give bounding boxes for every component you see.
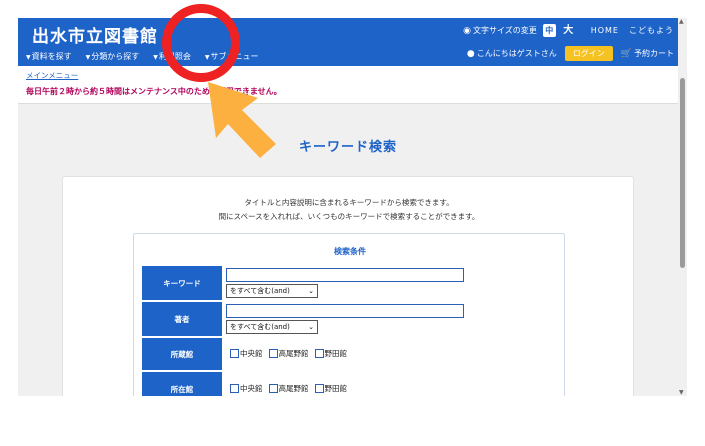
holding-central-checkbox[interactable]: 中央館: [230, 348, 263, 359]
description-line-1: タイトルと内容説明に含まれるキーワードから検索できます。: [244, 198, 454, 207]
checkbox-icon: [230, 384, 239, 393]
keyword-label: キーワード: [142, 266, 222, 300]
search-conditions-title: 検索条件: [334, 247, 366, 256]
nav-search-materials[interactable]: ▼資料を探す: [26, 51, 72, 62]
author-mode-select[interactable]: をすべて含む(and) ⌄: [226, 320, 318, 334]
sub-bar: メインメニュー 毎日午前２時から約５時間はメンテナンス中のためご利用できません。: [18, 66, 678, 104]
scroll-down-icon[interactable]: ▼: [679, 389, 684, 396]
vertical-scrollbar[interactable]: ▲ ▼: [678, 18, 687, 396]
user-icon: ●: [466, 49, 475, 59]
search-card: タイトルと内容説明に含まれるキーワードから検索できます。 間にスペースを入れれば…: [62, 176, 634, 396]
checkbox-icon: [268, 349, 278, 358]
author-label: 著者: [142, 302, 222, 336]
header-user-bar: ● こんにちはゲストさん ログイン 🛒 予約カート: [467, 46, 674, 61]
chevron-down-icon: ⌄: [308, 287, 314, 295]
pointer-arrow-annotation: [208, 82, 276, 158]
home-link[interactable]: HOME: [591, 26, 619, 35]
location-noda-checkbox[interactable]: 野田館: [314, 383, 347, 394]
holding-library-label: 所蔵館: [142, 338, 222, 370]
highlight-circle-annotation: [162, 4, 240, 82]
scroll-up-icon[interactable]: ▲: [679, 18, 684, 25]
holding-library-options: 中央館 高尾野館 野田館: [230, 348, 347, 359]
description-line-2: 間にスペースを入れれば、いくつものキーワードで検索することができます。: [218, 212, 480, 221]
location-library-options: 中央館 高尾野館 野田館: [230, 383, 347, 394]
holding-takaono-checkbox[interactable]: 高尾野館: [268, 348, 309, 359]
keyword-input[interactable]: [226, 268, 464, 282]
checkbox-icon: [314, 349, 324, 358]
text-size-control: ◉ 文字サイズの変更: [463, 26, 537, 36]
breadcrumb-main-menu[interactable]: メインメニュー: [26, 70, 78, 81]
page-title: キーワード検索: [298, 140, 397, 155]
cart-icon: 🛒: [620, 49, 632, 59]
search-conditions: 検索条件 キーワード をすべて含む(and) ⌄ 著者 をすべて含む(and) ⌄ …: [133, 233, 565, 396]
author-input[interactable]: [226, 304, 464, 318]
kids-link[interactable]: こどもよう: [629, 25, 674, 36]
caret-down-icon: ▼: [26, 54, 31, 61]
checkbox-icon: [268, 384, 278, 393]
checkbox-icon: [314, 384, 324, 393]
text-size-medium-button[interactable]: 中: [542, 24, 556, 37]
location-takaono-checkbox[interactable]: 高尾野館: [268, 383, 309, 394]
login-button[interactable]: ログイン: [564, 46, 613, 61]
reserve-cart-link[interactable]: 🛒 予約カート: [621, 48, 674, 59]
scrollbar-thumb[interactable]: [680, 78, 685, 268]
person-circle-icon: ◉: [463, 26, 471, 36]
greeting: ● こんにちはゲストさん: [466, 49, 557, 59]
header-top-right: ◉ 文字サイズの変更 中 大 HOME こどもよう: [463, 24, 674, 37]
keyword-mode-select[interactable]: をすべて含む(and) ⌄: [226, 284, 318, 298]
site-title[interactable]: 出水市立図書館: [32, 22, 158, 47]
location-central-checkbox[interactable]: 中央館: [230, 383, 263, 394]
browser-viewport: 出水市立図書館 ▼資料を探す ▼分類から探す ▼利用照会 ▼サブメニュー ◉ 文字…: [18, 18, 678, 396]
location-library-label: 所在館: [142, 372, 222, 396]
chevron-down-icon: ⌄: [308, 323, 314, 331]
caret-down-icon: ▼: [153, 54, 158, 61]
checkbox-icon: [230, 349, 239, 358]
caret-down-icon: ▼: [85, 54, 91, 61]
site-header: 出水市立図書館 ▼資料を探す ▼分類から探す ▼利用照会 ▼サブメニュー ◉ 文字…: [18, 18, 678, 66]
holding-noda-checkbox[interactable]: 野田館: [314, 348, 347, 359]
nav-browse-category[interactable]: ▼分類から探す: [86, 51, 140, 62]
text-size-large-button[interactable]: 大: [562, 24, 575, 37]
